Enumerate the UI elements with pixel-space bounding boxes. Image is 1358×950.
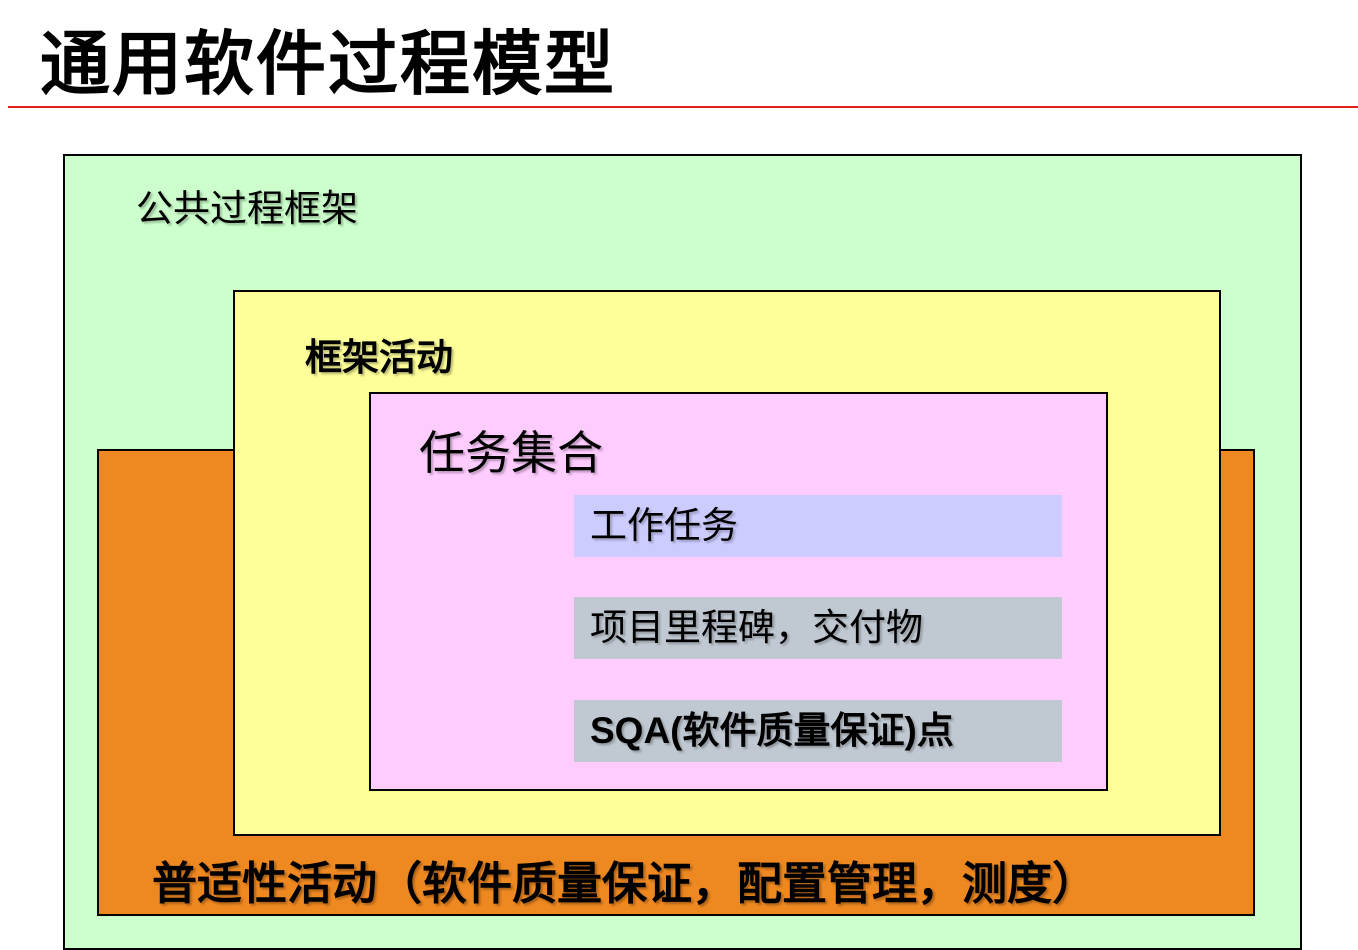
- work-tasks-item: 工作任务: [574, 495, 1062, 557]
- public-process-framework-label: 公共过程框架: [136, 187, 358, 230]
- page-title: 通用软件过程模型: [40, 23, 616, 105]
- sqa-middle: 软件质量保证: [682, 709, 905, 752]
- sqa-suffix: )点: [904, 710, 954, 751]
- umbrella-activities-label: 普适性活动（软件质量保证，配置管理，测度）: [152, 857, 1098, 910]
- framework-activities-label: 框架活动: [305, 336, 453, 379]
- sqa-points-label: SQA(软件质量保证)点: [590, 708, 954, 754]
- sqa-prefix: SQA(: [590, 710, 683, 751]
- work-tasks-label: 工作任务: [590, 504, 738, 547]
- milestones-deliverables-label: 项目里程碑，交付物: [590, 606, 923, 649]
- task-set-label: 任务集合: [419, 426, 603, 480]
- sqa-points-item: SQA(软件质量保证)点: [574, 700, 1062, 762]
- title-divider: [8, 106, 1358, 108]
- milestones-deliverables-item: 项目里程碑，交付物: [574, 597, 1062, 659]
